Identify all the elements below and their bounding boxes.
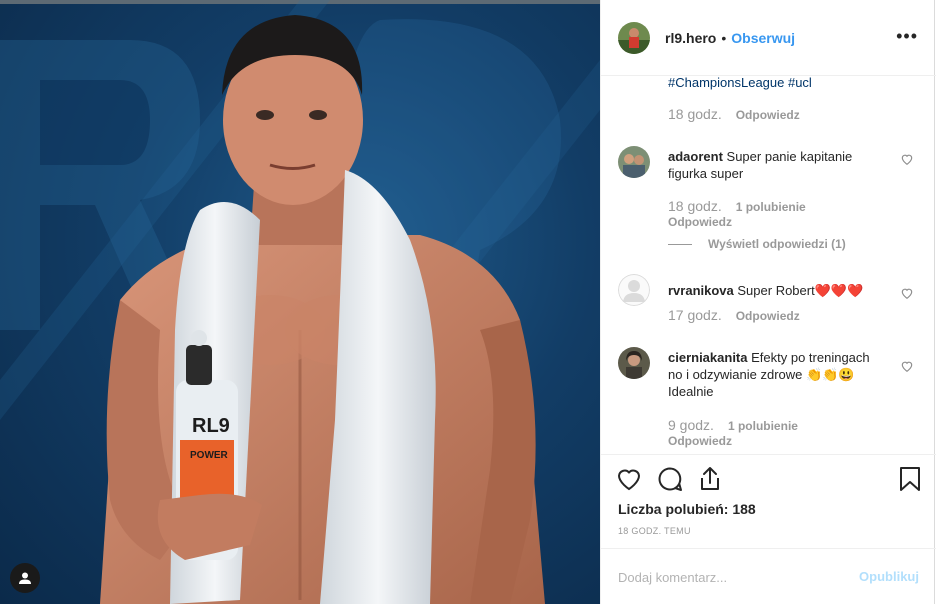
comment-meta: 18 godz. 1 polubienie	[668, 198, 816, 214]
comment-reply-row: Odpowiedz	[668, 215, 732, 229]
commenter-avatar[interactable]	[618, 347, 650, 379]
comment-text: adaorent Super panie kapitanie figurka s…	[668, 148, 878, 182]
post-timestamp[interactable]: 18 GODZ. TEMU	[618, 526, 691, 536]
comments-list[interactable]: #ChampionsLeague #ucl 18 godz. Odpowiedz…	[601, 76, 936, 454]
comment-icon[interactable]	[656, 465, 684, 493]
author-avatar[interactable]	[618, 21, 650, 54]
comment-body: Super Robert❤️❤️❤️	[737, 283, 864, 298]
comment-meta: 17 godz. Odpowiedz	[668, 307, 800, 323]
like-comment-heart-icon[interactable]	[900, 152, 914, 166]
add-comment-bar: Opublikuj	[601, 548, 936, 604]
comment-time[interactable]: 18 godz.	[668, 198, 722, 214]
post-side-panel: rl9.hero • Obserwuj ••• #ChampionsLeague…	[600, 0, 936, 604]
comment-reply-button[interactable]: Odpowiedz	[668, 434, 732, 448]
caption-hashtags[interactable]: #ChampionsLeague #ucl	[668, 76, 812, 90]
comment-username[interactable]: rvranikova	[668, 283, 734, 298]
commenter-avatar[interactable]	[618, 146, 650, 178]
comment-meta: 9 godz. 1 polubienie	[668, 417, 808, 433]
comment-text: rvranikova Super Robert❤️❤️❤️	[668, 282, 878, 299]
user-tag-button[interactable]	[10, 563, 40, 593]
author-username[interactable]: rl9.hero	[665, 30, 716, 46]
post-header: rl9.hero • Obserwuj •••	[601, 0, 936, 76]
comment-likes[interactable]: 1 polubienie	[736, 200, 806, 214]
comment-reply-row: Odpowiedz	[668, 434, 732, 448]
comment-reply-button[interactable]: Odpowiedz	[668, 215, 732, 229]
svg-text:RL9: RL9	[192, 415, 230, 437]
caption-reply-button[interactable]: Odpowiedz	[736, 108, 800, 122]
bottle-label	[180, 440, 234, 500]
user-silhouette-icon	[19, 572, 31, 584]
share-icon[interactable]	[696, 465, 724, 493]
caption-time[interactable]: 18 godz.	[668, 106, 722, 122]
heart-icon[interactable]	[615, 465, 643, 493]
bottle-cap	[186, 345, 212, 385]
photo-illustration: RL9 POWER	[0, 0, 600, 604]
post-photo[interactable]: RL9 POWER	[0, 0, 600, 604]
like-comment-heart-icon[interactable]	[900, 359, 914, 373]
bookmark-icon[interactable]	[896, 465, 924, 493]
header-separator: •	[721, 29, 727, 46]
comment-time[interactable]: 17 godz.	[668, 307, 722, 323]
comment-time[interactable]: 9 godz.	[668, 417, 714, 433]
like-comment-heart-icon[interactable]	[900, 286, 914, 300]
publish-button[interactable]: Opublikuj	[859, 569, 919, 584]
commenter-avatar[interactable]	[618, 274, 650, 306]
follow-button[interactable]: Obserwuj	[731, 30, 795, 46]
comment-text: cierniakanita Efekty po treningach no i …	[668, 349, 878, 400]
comment-likes[interactable]: 1 polubienie	[728, 419, 798, 433]
view-replies-label[interactable]: Wyświetl odpowiedzi (1)	[708, 237, 846, 251]
comment-reply-button[interactable]: Odpowiedz	[736, 309, 800, 323]
comment-username[interactable]: cierniakanita	[668, 350, 748, 365]
view-replies-button[interactable]: Wyświetl odpowiedzi (1)	[668, 237, 846, 251]
likes-count[interactable]: Liczba polubień: 188	[618, 501, 756, 517]
comment-username[interactable]: adaorent	[668, 149, 723, 164]
comment-input[interactable]	[618, 567, 838, 587]
view-replies-line	[668, 243, 692, 245]
post-actions: Liczba polubień: 188 18 GODZ. TEMU	[601, 454, 936, 540]
caption-meta: 18 godz. Odpowiedz	[668, 106, 800, 122]
svg-text:POWER: POWER	[190, 450, 229, 461]
more-options-icon[interactable]: •••	[896, 26, 918, 47]
